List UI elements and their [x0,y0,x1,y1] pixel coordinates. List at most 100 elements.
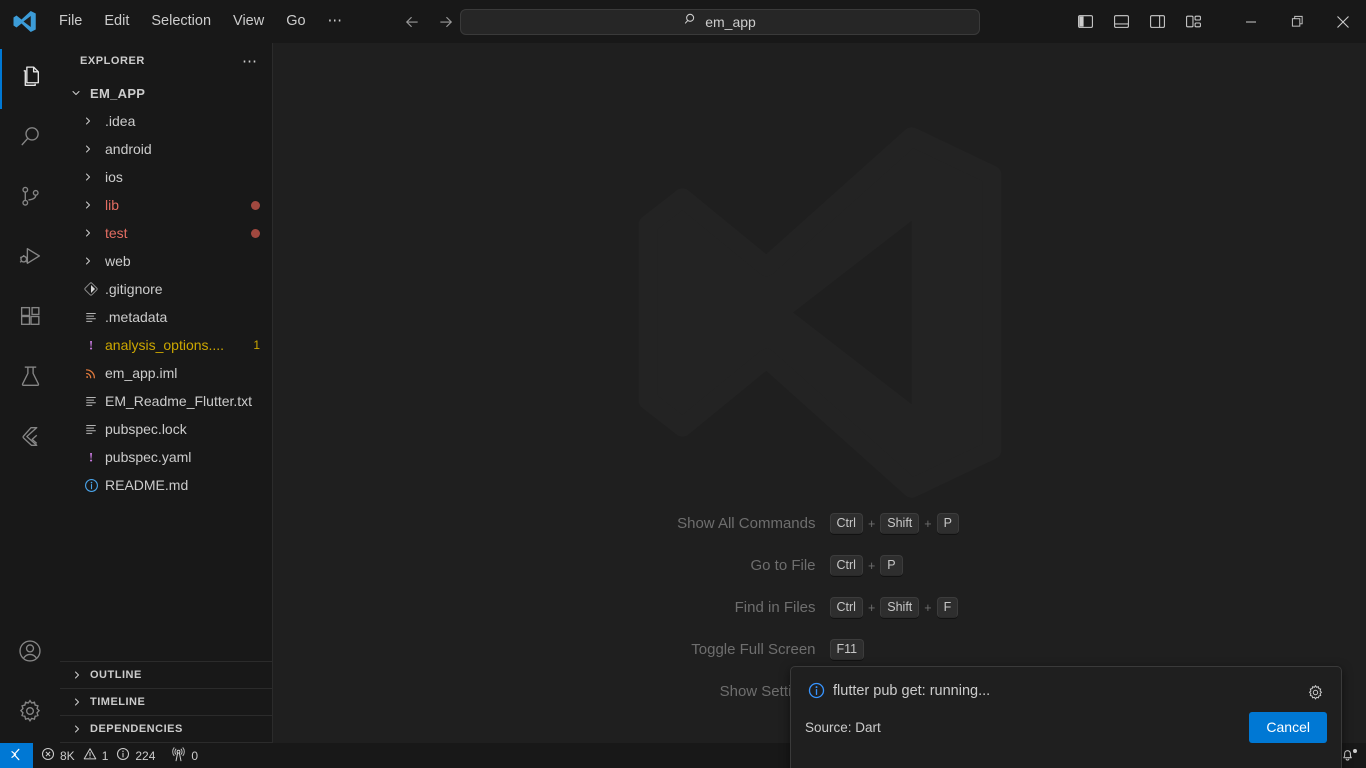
text-file-icon [80,310,102,324]
key-cap: Ctrl [829,513,863,534]
key-cap: P [936,513,959,534]
shortcut-keys: Ctrl + Shift + P [829,513,1000,534]
menu-edit[interactable]: Edit [93,8,140,35]
close-button[interactable] [1320,0,1366,43]
gear-icon [17,698,43,729]
key-cap: P [880,555,903,576]
tree-item-file[interactable]: .metadata [60,303,272,331]
minimize-button[interactable] [1228,0,1274,43]
text-file-icon [80,394,102,408]
activitybar-item-explorer[interactable] [0,49,60,109]
text-file-icon [80,422,102,436]
menu-go[interactable]: Go [275,8,316,35]
chevron-right-icon [68,723,86,735]
shortcut-row: Toggle Full Screen F11 [640,639,1000,660]
search-input[interactable]: em_app [460,8,980,35]
ellipsis-icon[interactable]: ⋯ [236,52,264,70]
tree-item-label: EM_Readme_Flutter.txt [105,393,253,409]
tree-item-file[interactable]: ! pubspec.yaml [60,443,272,471]
tree-item-folder[interactable]: android [60,135,272,163]
tree-item-label: pubspec.lock [105,421,187,437]
activitybar-item-settings[interactable] [0,683,60,743]
flutter-icon [18,424,43,454]
sidebar-title: EXPLORER [80,54,145,67]
tree-item-file[interactable]: pubspec.lock [60,415,272,443]
status-ports[interactable]: 0 [163,743,206,768]
cancel-button[interactable]: Cancel [1249,712,1327,743]
key-plus: + [924,516,932,531]
svg-text:!: ! [89,449,93,464]
arrow-right-icon[interactable] [435,11,457,33]
activitybar-item-search[interactable] [0,109,60,169]
search-icon [18,124,43,154]
sidebar-section-label: TIMELINE [90,696,146,708]
notification-message: flutter pub get: running... [833,683,991,699]
tree-item-file[interactable]: ! analysis_options.... 1 [60,331,272,359]
tree-item-folder[interactable]: lib [60,191,272,219]
beaker-icon [18,364,43,394]
key-plus: + [867,600,876,615]
tree-item-file[interactable]: EM_Readme_Flutter.txt [60,387,272,415]
sidebar-section-dependencies[interactable]: DEPENDENCIES [60,716,272,743]
shortcut-row: Find in Files Ctrl + Shift + F [640,597,1000,618]
restore-button[interactable] [1274,0,1320,43]
tree-item-label: .gitignore [105,281,163,297]
tree-item-folder[interactable]: web [60,247,272,275]
tree-root-label: EM_APP [90,85,146,101]
activitybar-item-extensions[interactable] [0,289,60,349]
extensions-icon [18,304,43,334]
editor-area: Show All Commands Ctrl + Shift + P Go to… [273,43,1366,743]
activitybar-item-source-control[interactable] [0,169,60,229]
key-cap: F [936,597,959,618]
info-file-icon [80,478,102,493]
notification-toast: flutter pub get: running... Source: Dart… [790,666,1342,768]
vscode-logo-icon [0,9,48,34]
tree-item-folder[interactable]: test [60,219,272,247]
activitybar-item-run-and-debug[interactable] [0,229,60,289]
activitybar-item-testing[interactable] [0,349,60,409]
layout-customize-icon[interactable] [1180,9,1206,35]
tree-item-file[interactable]: README.md [60,471,272,499]
menu-view[interactable]: View [222,8,275,35]
chevron-right-icon [80,227,96,239]
tree-item-folder[interactable]: ios [60,163,272,191]
activitybar-item-flutter[interactable] [0,409,60,469]
chevron-right-icon [68,669,86,681]
activitybar-item-accounts[interactable] [0,623,60,683]
tree-item-file[interactable]: .gitignore [60,275,272,303]
remote-indicator[interactable] [0,743,33,768]
key-plus: + [867,516,876,531]
menu-file[interactable]: File [48,8,93,35]
notification-footer: Source: Dart Cancel [791,703,1341,743]
gear-icon[interactable] [1303,681,1327,703]
chevron-right-icon [80,199,96,211]
shortcut-label: Toggle Full Screen [691,641,816,658]
navigation-arrows [401,11,457,33]
sidebar-section-timeline[interactable]: TIMELINE [60,689,272,716]
tree-item-folder[interactable]: .idea [60,107,272,135]
layout-sidebar-left-icon[interactable] [1072,9,1098,35]
shortcut-label: Find in Files [734,599,816,616]
tree-item-file[interactable]: em_app.iml [60,359,272,387]
key-plus: + [924,600,932,615]
chevron-down-icon [68,87,84,99]
radio-tower-icon [171,746,186,765]
layout-panel-icon[interactable] [1108,9,1134,35]
key-cap: Shift [880,513,920,534]
key-cap: Ctrl [829,597,863,618]
explorer-sidebar: EXPLORER ⋯ EM_APP .idea android ios lib … [60,43,273,743]
vscode-watermark-logo [625,122,1015,509]
sidebar-section-outline[interactable]: OUTLINE [60,662,272,689]
arrow-left-icon[interactable] [401,11,423,33]
status-problems[interactable]: 8K 1 224 [33,743,163,768]
tree-root-em-app[interactable]: EM_APP [60,79,272,107]
error-icon [41,747,55,764]
menu-selection[interactable]: Selection [140,8,222,35]
tree-item-label: analysis_options.... [105,337,225,353]
key-cap: F11 [829,639,865,660]
git-file-icon [80,282,102,296]
menu-bar: File Edit Selection View Go ⋯ [48,8,353,35]
layout-sidebar-right-icon[interactable] [1144,9,1170,35]
sidebar-section-label: DEPENDENCIES [90,723,183,735]
menu-more-icon[interactable]: ⋯ [317,8,354,35]
